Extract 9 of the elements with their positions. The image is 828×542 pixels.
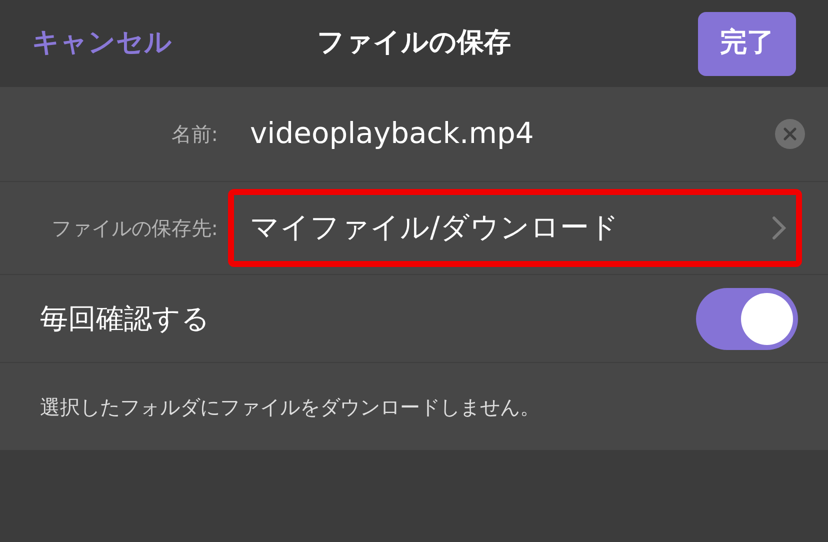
location-selector[interactable]: マイファイル/ダウンロード: [228, 189, 802, 267]
done-button[interactable]: 完了: [698, 12, 796, 76]
dialog-title: ファイルの保存: [317, 26, 511, 60]
chevron-icon: [772, 216, 786, 240]
name-label: 名前:: [170, 121, 218, 148]
location-label: ファイルの保存先:: [50, 215, 218, 242]
note-text: 選択したフォルダにファイルをダウンロードしません。: [40, 394, 540, 420]
file-name-field[interactable]: videoplayback.mp4: [250, 112, 775, 156]
confirm-label: 毎回確認する: [40, 300, 211, 336]
